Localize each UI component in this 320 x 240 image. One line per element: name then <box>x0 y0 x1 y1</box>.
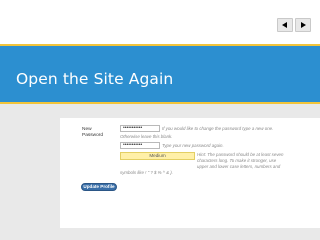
strength-hint-line4: symbols like ! " ? $ % ^ & ). <box>120 170 173 175</box>
update-profile-button[interactable]: Update Profile <box>81 183 117 191</box>
strength-hint-line2: characters long. To make it stronger, us… <box>197 158 277 163</box>
password-again-hint: Type your new password again. <box>162 143 224 148</box>
next-slide-button[interactable] <box>295 18 311 32</box>
slide-title: Open the Site Again <box>16 70 174 88</box>
previous-slide-button[interactable] <box>277 18 293 32</box>
strength-hint-line3: upper and lower case letters, numbers an… <box>197 164 281 169</box>
top-band <box>0 0 320 44</box>
password-strength-indicator: Medium <box>120 152 195 160</box>
password-blank-hint: Otherwise leave this blank. <box>120 134 173 139</box>
new-password-field[interactable]: ••••••••••• <box>120 125 160 132</box>
strength-hint-line1: Hint: The password should be at least se… <box>197 152 284 157</box>
confirm-password-field[interactable]: ••••••••••• <box>120 142 160 149</box>
new-password-label-line2: Password <box>82 133 104 138</box>
password-change-hint: If you would like to change the password… <box>162 126 274 131</box>
slide-navigation <box>277 18 311 32</box>
triangle-right-icon <box>301 22 306 28</box>
triangle-left-icon <box>282 22 287 28</box>
